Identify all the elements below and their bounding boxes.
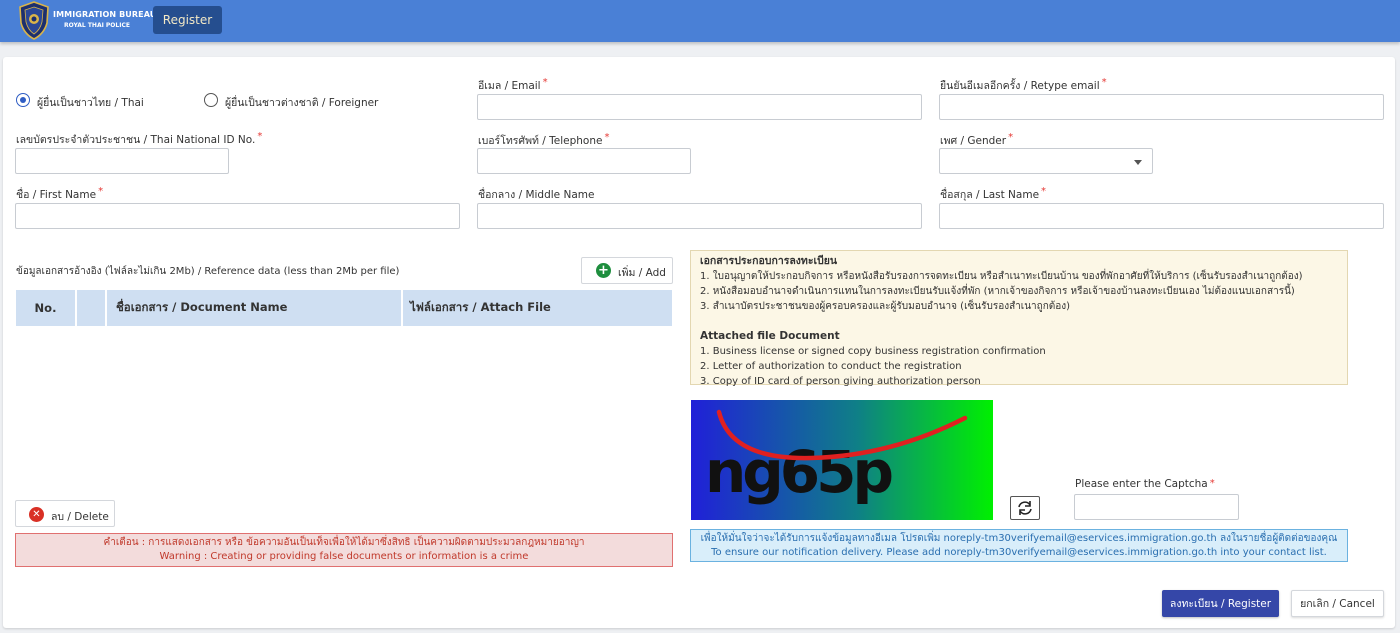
foreigner-radio-label: ผู้ยื่นเป็นชาวต่างชาติ / Foreigner [225, 97, 379, 109]
reference-data-label: ข้อมูลเอกสารอ้างอิง (ไฟล์ละไม่เกิน 2Mb) … [16, 266, 400, 277]
close-icon: ✕ [29, 507, 44, 522]
telephone-label: เบอร์โทรศัพท์ / Telephone * [478, 132, 610, 147]
last-name-input[interactable] [939, 203, 1384, 229]
required-documents-title-en: Attached file Document [700, 330, 840, 342]
warning-text-th: คำเตือน : การแสดงเอกสาร หรือ ข้อความอันเ… [103, 537, 585, 548]
refresh-captcha-button[interactable] [1010, 496, 1040, 520]
brand-subtitle: ROYAL THAI POLICE [64, 22, 130, 29]
register-tab[interactable]: Register [153, 6, 222, 34]
telephone-input[interactable] [477, 148, 691, 174]
required-documents-box: เอกสารประกอบการลงทะเบียน 1. ใบอนุญาตให้ป… [690, 250, 1348, 387]
police-badge-logo [19, 1, 49, 40]
required-doc-en-item: 1. Business license or signed copy busin… [700, 346, 1046, 357]
delete-document-button[interactable]: ✕ ลบ / Delete [15, 500, 115, 527]
first-name-label: ชื่อ / First Name * [16, 186, 104, 201]
add-button-label: เพิ่ม / Add [618, 267, 666, 279]
false-document-warning: คำเตือน : การแสดงเอกสาร หรือ ข้อความอันเ… [15, 533, 673, 567]
add-document-button[interactable]: + เพิ่ม / Add [581, 257, 673, 284]
retype-email-input[interactable] [939, 94, 1384, 120]
middle-name-label: ชื่อกลาง / Middle Name [478, 189, 595, 201]
cancel-button[interactable]: ยกเลิก / Cancel [1291, 590, 1384, 617]
column-header-no: No. [16, 290, 75, 326]
thai-radio-label: ผู้ยื่นเป็นชาวไทย / Thai [37, 97, 144, 109]
column-header-document-name: ชื่อเอกสาร / Document Name [107, 290, 401, 326]
first-name-input[interactable] [15, 203, 460, 229]
gender-select[interactable] [939, 148, 1153, 174]
last-name-label: ชื่อสกุล / Last Name * [940, 186, 1047, 201]
chevron-down-icon [1134, 160, 1142, 165]
top-navbar: IMMIGRATION BUREAU ROYAL THAI POLICE Reg… [0, 0, 1400, 42]
gender-label: เพศ / Gender * [940, 132, 1014, 147]
captcha-input[interactable] [1074, 494, 1239, 520]
required-doc-th-item: 3. สำเนาบัตรประชาชนของผู้ครอบครองและผู้ร… [700, 301, 1071, 312]
middle-name-input[interactable] [477, 203, 922, 229]
required-doc-en-item: 3. Copy of ID card of person giving auth… [700, 376, 981, 387]
column-header-attach-file: ไฟล์เอกสาร / Attach File [403, 290, 672, 326]
captcha-image: ng65p [691, 400, 993, 520]
retype-email-label: ยืนยันอีเมลอีกครั้ง / Retype email * [940, 77, 1107, 92]
required-doc-th-item: 2. หนังสือมอบอำนาจดำเนินการแทนในการลงทะเ… [700, 286, 1295, 297]
email-notice-box: เพื่อให้มั่นใจว่าจะได้รับการแจ้งข้อมูลทา… [690, 529, 1348, 562]
refresh-icon [1018, 501, 1032, 515]
delete-button-label: ลบ / Delete [51, 511, 109, 523]
foreigner-radio[interactable] [204, 93, 218, 107]
warning-text-en: Warning : Creating or providing false do… [159, 551, 529, 562]
thai-radio[interactable] [16, 93, 30, 107]
required-doc-th-item: 1. ใบอนุญาตให้ประกอบกิจการ หรือหนังสือรั… [700, 271, 1303, 282]
captcha-label: Please enter the Captcha * [1075, 478, 1215, 490]
national-id-label: เลขบัตรประจำตัวประชาชน / Thai National I… [16, 131, 263, 146]
email-label: อีเมล / Email * [478, 77, 548, 92]
brand-title: IMMIGRATION BUREAU [53, 10, 157, 19]
required-doc-en-item: 2. Letter of authorization to conduct th… [700, 361, 962, 372]
column-header-blank [77, 290, 105, 326]
required-documents-title-th: เอกสารประกอบการลงทะเบียน [700, 255, 838, 267]
email-input[interactable] [477, 94, 922, 120]
register-button[interactable]: ลงทะเบียน / Register [1162, 590, 1279, 617]
national-id-input[interactable] [15, 148, 229, 174]
notice-text-th: เพื่อให้มั่นใจว่าจะได้รับการแจ้งข้อมูลทา… [700, 533, 1338, 544]
captcha-text: ng65p [705, 438, 892, 506]
plus-icon: + [596, 263, 611, 278]
notice-text-en: To ensure our notification delivery. Ple… [711, 547, 1327, 558]
